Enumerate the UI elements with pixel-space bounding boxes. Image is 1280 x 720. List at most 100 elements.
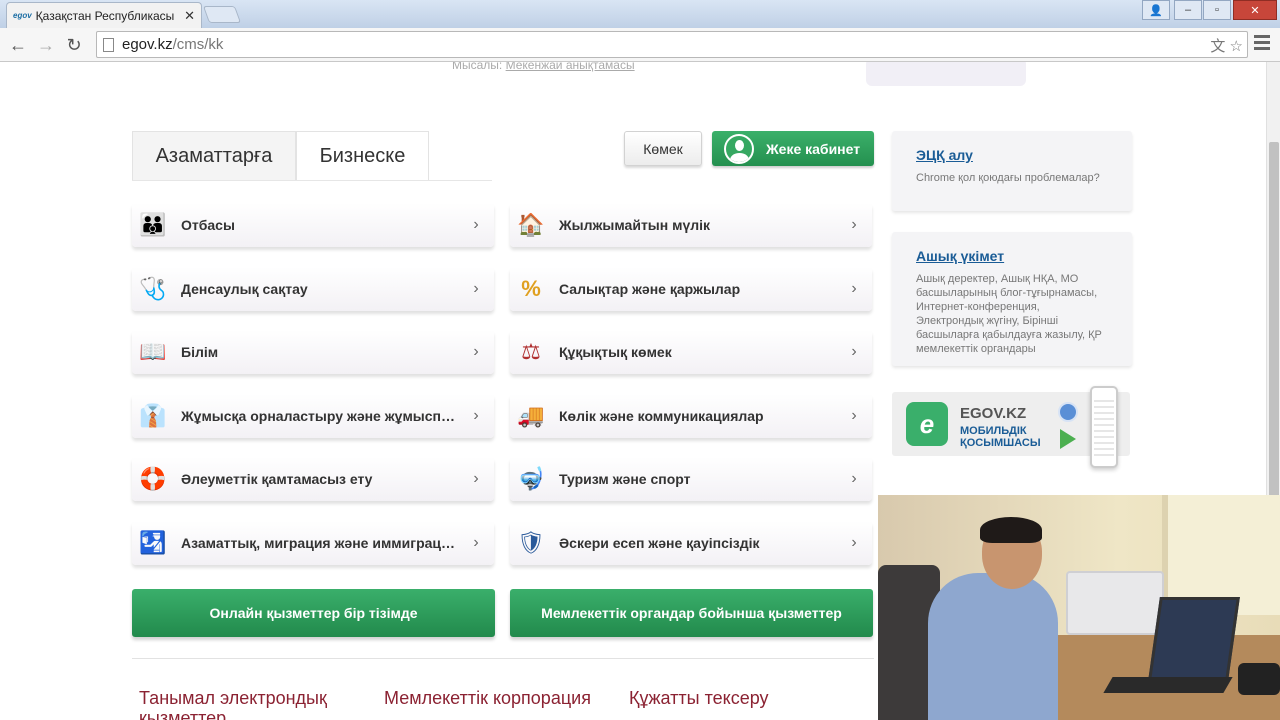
ecp-link[interactable]: ЭЦҚ алу [916,147,1108,163]
user-icon [724,133,754,164]
new-tab-button[interactable] [202,6,242,23]
category-label: Әскери есеп және қауіпсіздік [559,535,760,551]
category-label: Отбасы [181,217,235,233]
translate-icon[interactable]: 文 [1210,38,1225,55]
worker-icon: 👔 [139,403,167,428]
tab-close-icon[interactable]: ✕ [184,8,195,24]
chevron-right-icon: › [473,343,479,360]
profile-icon[interactable]: 👤 [1142,0,1170,20]
category-tourism[interactable]: 🤿 Туризм және спорт › [510,457,872,501]
header-decoration [866,62,1026,86]
app-store-icon[interactable] [1058,402,1078,422]
chevron-right-icon: › [473,216,479,233]
category-label: Салықтар және қаржылар [559,281,741,297]
maximize-button[interactable]: ▫ [1203,0,1231,20]
laptop-keyboard [1103,677,1233,693]
category-health[interactable]: 🩺 Денсаулық сақтау › [132,267,494,311]
presenter-video-overlay [878,495,1280,720]
shield-icon: 🛡 [517,530,545,555]
popular-services-link[interactable]: Танымал электрондық қызметтер [139,688,349,720]
chevron-right-icon: › [473,470,479,487]
category-label: Азаматтық, миграция және иммиграция [181,535,458,551]
open-government-link[interactable]: Ашық үкімет [916,248,1108,264]
example-link[interactable]: Мекенжай анықтамасы [506,62,635,72]
first-aid-icon: 🩺 [139,276,167,301]
example-prefix: Мысалы: [452,62,503,72]
gov-agency-services-button[interactable]: Мемлекеттік органдар бойынша қызметтер [510,589,873,637]
tab-title: Қазақстан Республикасы [35,8,175,23]
category-social-security[interactable]: 🛟 Әлеуметтік қамтамасыз ету › [132,457,494,501]
help-button[interactable]: Көмек [624,131,702,166]
category-employment[interactable]: 👔 Жұмысқа орналастыру және жұмыспен қамт… [132,394,494,438]
tab-business[interactable]: Бизнеске [296,131,429,181]
ecp-box: ЭЦҚ алу Chrome қол қоюдағы проблемалар? [892,131,1132,211]
category-citizenship[interactable]: 🛂 Азаматтық, миграция және иммиграция › [132,521,494,565]
chevron-right-icon: › [851,216,857,233]
presenter-hair [980,517,1042,543]
personal-cabinet-button[interactable]: Жеке кабинет [712,131,874,166]
category-label: Білім [181,344,219,360]
truck-icon: 🚚 [517,403,545,428]
snorkel-mask-icon: 🤿 [517,466,545,491]
page-icon [103,37,114,52]
browser-tab[interactable]: egov Қазақстан Республикасы ✕ [6,2,202,28]
reload-button[interactable]: ↻ [64,35,84,55]
chevron-right-icon: › [851,534,857,551]
app-name: EGOV.KZ [960,405,1027,422]
passport-icon: 🛂 [139,530,167,555]
category-label: Көлік және коммуникациялар [559,408,764,424]
desk-phone [1238,663,1280,695]
family-icon: 👪 [139,212,167,237]
browser-menu-icon[interactable] [1254,35,1270,53]
ecp-text: Chrome қол қоюдағы проблемалар? [916,172,1100,184]
state-corporation-link[interactable]: Мемлекеттік корпорация [384,688,591,708]
category-taxes[interactable]: % Салықтар және қаржылар › [510,267,872,311]
chevron-right-icon: › [473,407,479,424]
document-check-link[interactable]: Құжатты тексеру [629,688,769,708]
search-example-hint: Мысалы: Мекенжай анықтамасы [452,62,635,72]
egov-favicon-icon: egov [13,11,32,20]
url-domain: egov.kz [122,36,173,53]
percent-icon: % [521,276,541,301]
phone-mockup-icon [1090,386,1118,468]
scales-icon: ⚖ [521,339,541,364]
category-education[interactable]: 📖 Білім › [132,330,494,374]
category-military[interactable]: 🛡 Әскери есеп және қауіпсіздік › [510,521,872,565]
open-government-text: Ашық деректер, Ашық НҚА, МО басшыларының… [916,273,1102,355]
bookmark-star-icon[interactable]: ☆ [1230,38,1243,55]
category-transport[interactable]: 🚚 Көлік және коммуникациялар › [510,394,872,438]
google-play-icon[interactable] [1060,429,1076,449]
chevron-right-icon: › [851,280,857,297]
chevron-right-icon: › [851,407,857,424]
category-label: Денсаулық сақтау [181,281,308,297]
category-label: Құқықтық көмек [559,344,672,360]
omnibox-actions: 文 ☆ [1210,35,1243,56]
printer [1066,571,1164,635]
online-services-button[interactable]: Онлайн қызметтер бір тізімде [132,589,495,637]
book-icon: 📖 [139,339,167,364]
tab-citizens[interactable]: Азаматтарға [132,131,296,181]
back-button[interactable]: ← [8,35,28,55]
chevron-right-icon: › [851,343,857,360]
browser-tab-bar: egov Қазақстан Республикасы ✕ 👤 – ▫ ✕ [0,0,1280,28]
category-real-estate[interactable]: 🏠 Жылжымайтын мүлік › [510,203,872,247]
forward-button[interactable]: → [36,35,56,55]
category-label: Туризм және спорт [559,471,691,487]
egov-app-logo: e [906,402,948,446]
address-bar[interactable]: egov.kz/cms/kk 文 ☆ [96,31,1248,58]
category-legal-help[interactable]: ⚖ Құқықтық көмек › [510,330,872,374]
chevron-right-icon: › [473,534,479,551]
section-divider [132,658,874,659]
window-close-button[interactable]: ✕ [1233,0,1277,20]
category-label: Жылжымайтын мүлік [559,217,711,233]
url-path: /cms/kk [172,36,224,53]
profile-glyph: 👤 [1149,4,1163,17]
tabs-divider [132,180,492,181]
app-subtitle: МОБИЛЬДІК ҚОСЫМШАСЫ [960,425,1041,449]
minimize-button[interactable]: – [1174,0,1202,20]
category-family[interactable]: 👪 Отбасы › [132,203,494,247]
category-label: Әлеуметтік қамтамасыз ету [181,471,373,487]
laptop-screen [1148,597,1240,681]
house-icon: 🏠 [517,212,545,237]
presenter-body [928,573,1058,720]
